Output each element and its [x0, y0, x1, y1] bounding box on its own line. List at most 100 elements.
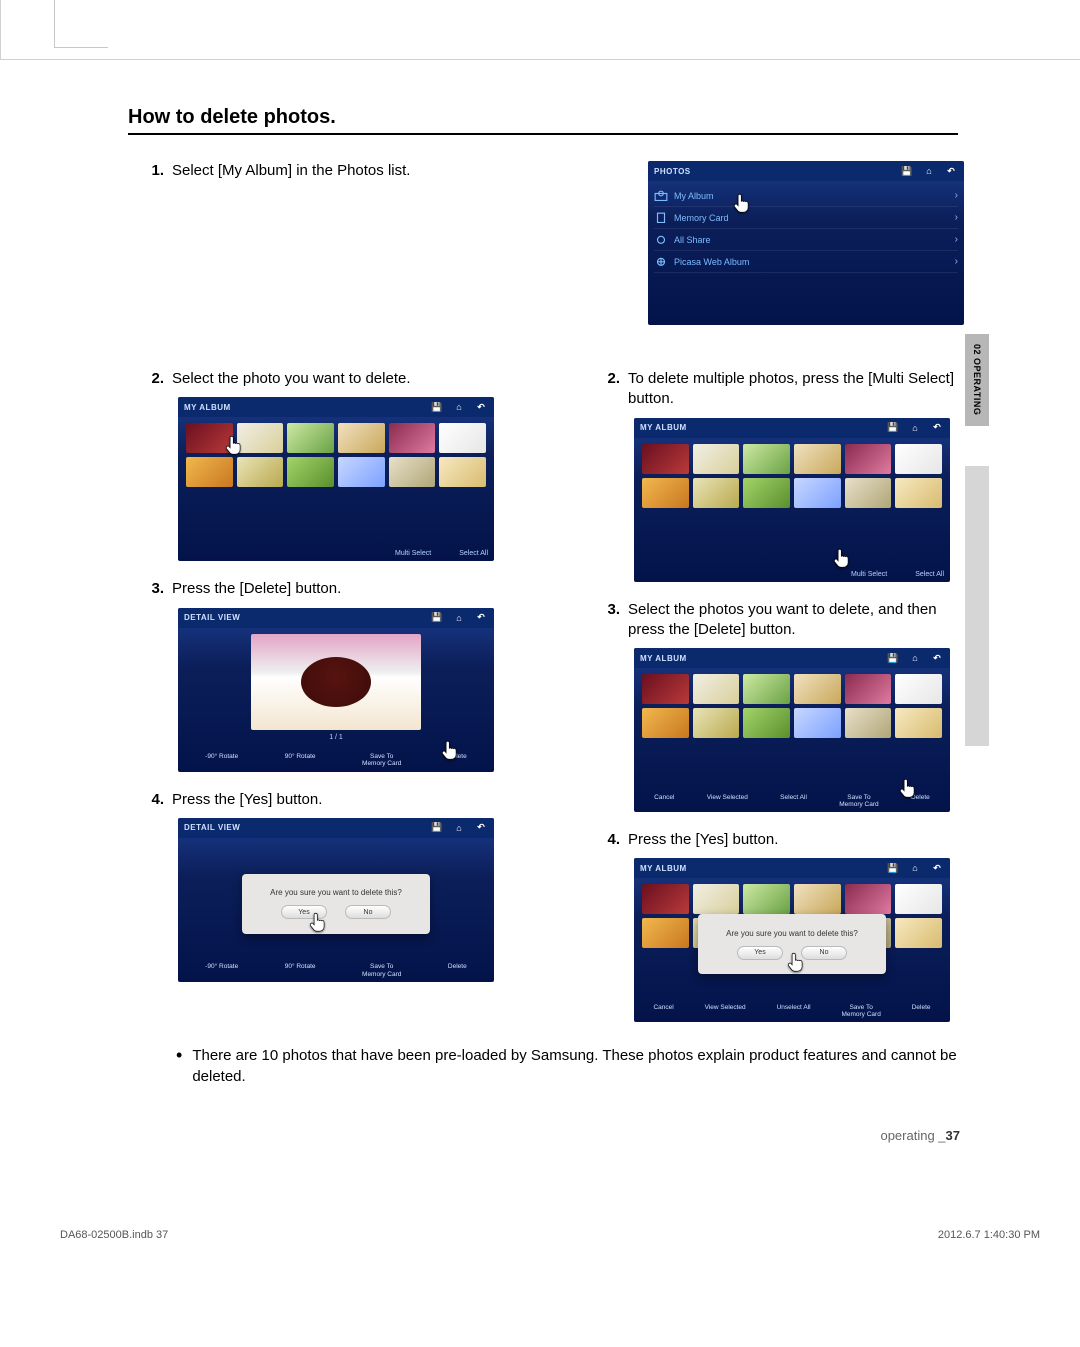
save-to-button[interactable]: Save ToMemory Card	[839, 794, 878, 808]
photo-thumb[interactable]	[693, 478, 740, 508]
photo-thumb[interactable]	[693, 884, 740, 914]
yes-button[interactable]: Yes	[737, 946, 783, 960]
no-button[interactable]: No	[801, 946, 847, 960]
photo-thumb[interactable]	[642, 478, 689, 508]
photo-thumb[interactable]	[186, 457, 233, 487]
save-to-button[interactable]: Save ToMemory Card	[362, 753, 401, 767]
save-icon[interactable]: 💾	[886, 652, 900, 664]
photo-thumb[interactable]	[287, 457, 334, 487]
no-button[interactable]: No	[345, 905, 391, 919]
photo-thumb[interactable]	[237, 423, 284, 453]
back-icon[interactable]: ↶	[944, 165, 958, 177]
photo-thumb[interactable]	[693, 708, 740, 738]
view-selected-button[interactable]: View Selected	[707, 794, 748, 808]
photo-thumb[interactable]	[237, 457, 284, 487]
photo-thumb[interactable]	[642, 884, 689, 914]
save-icon[interactable]: 💾	[430, 401, 444, 413]
photo-thumb[interactable]	[895, 884, 942, 914]
detail-photo[interactable]	[251, 634, 421, 730]
save-icon[interactable]: 💾	[886, 422, 900, 434]
photo-thumb[interactable]	[693, 444, 740, 474]
delete-button[interactable]: Delete	[448, 963, 467, 977]
photo-thumb[interactable]	[845, 884, 892, 914]
photo-thumb[interactable]	[642, 674, 689, 704]
photo-thumb[interactable]	[895, 444, 942, 474]
screenshot-header: DETAIL VIEW 💾 ⌂ ↶	[178, 818, 494, 838]
home-icon[interactable]: ⌂	[908, 862, 922, 874]
photo-thumb[interactable]	[642, 918, 689, 948]
photo-thumb[interactable]	[895, 708, 942, 738]
list-item-my-album[interactable]: My Album ›	[654, 185, 958, 207]
photo-thumb[interactable]	[895, 478, 942, 508]
rotate-left-button[interactable]: -90° Rotate	[205, 963, 238, 977]
list-item-picasa[interactable]: Picasa Web Album ›	[654, 251, 958, 273]
save-icon[interactable]: 💾	[430, 612, 444, 624]
save-to-button[interactable]: Save ToMemory Card	[362, 963, 401, 977]
unselect-all-button[interactable]: Unselect All	[777, 1004, 811, 1018]
back-icon[interactable]: ↶	[930, 652, 944, 664]
photo-thumb[interactable]	[389, 457, 436, 487]
rotate-right-button[interactable]: 90° Rotate	[285, 753, 316, 767]
delete-button[interactable]: Delete	[911, 794, 930, 808]
photo-thumb[interactable]	[743, 708, 790, 738]
multi-select-button[interactable]: Multi Select	[851, 571, 887, 578]
photo-thumb[interactable]	[642, 708, 689, 738]
photo-thumb[interactable]	[439, 457, 486, 487]
photo-thumb[interactable]	[743, 444, 790, 474]
select-all-button[interactable]: Select All	[459, 550, 488, 557]
photo-thumb[interactable]	[287, 423, 334, 453]
home-icon[interactable]: ⌂	[452, 612, 466, 624]
home-icon[interactable]: ⌂	[908, 652, 922, 664]
photo-thumb[interactable]	[794, 708, 841, 738]
cancel-button[interactable]: Cancel	[653, 1004, 673, 1018]
photo-thumb[interactable]	[642, 444, 689, 474]
photo-thumb[interactable]	[186, 423, 233, 453]
delete-button[interactable]: Delete	[912, 1004, 931, 1018]
home-icon[interactable]: ⌂	[908, 422, 922, 434]
back-icon[interactable]: ↶	[930, 862, 944, 874]
save-icon[interactable]: 💾	[900, 165, 914, 177]
photo-thumb[interactable]	[338, 423, 385, 453]
save-icon[interactable]: 💾	[430, 822, 444, 834]
back-icon[interactable]: ↶	[474, 612, 488, 624]
select-all-button[interactable]: Select All	[915, 571, 944, 578]
save-icon[interactable]: 💾	[886, 862, 900, 874]
photo-thumb[interactable]	[338, 457, 385, 487]
photo-thumb[interactable]	[895, 674, 942, 704]
back-icon[interactable]: ↶	[474, 401, 488, 413]
photo-thumb[interactable]	[389, 423, 436, 453]
photo-thumb[interactable]	[743, 478, 790, 508]
photo-thumb[interactable]	[845, 444, 892, 474]
photo-thumb[interactable]	[845, 478, 892, 508]
hand-cursor-icon	[830, 546, 856, 572]
home-icon[interactable]: ⌂	[922, 165, 936, 177]
select-all-button[interactable]: Select All	[780, 794, 807, 808]
yes-button[interactable]: Yes	[281, 905, 327, 919]
view-selected-button[interactable]: View Selected	[705, 1004, 746, 1018]
photo-thumb[interactable]	[693, 674, 740, 704]
photo-thumb[interactable]	[794, 444, 841, 474]
save-to-button[interactable]: Save ToMemory Card	[841, 1004, 880, 1018]
delete-button[interactable]: Delete	[448, 753, 467, 767]
page-content: How to delete photos. 1. Select [My Albu…	[128, 106, 958, 1095]
photo-thumb[interactable]	[743, 674, 790, 704]
photo-thumb[interactable]	[794, 674, 841, 704]
back-icon[interactable]: ↶	[930, 422, 944, 434]
photo-thumb[interactable]	[895, 918, 942, 948]
photo-thumb[interactable]	[794, 884, 841, 914]
back-icon[interactable]: ↶	[474, 822, 488, 834]
rotate-left-button[interactable]: -90° Rotate	[205, 753, 238, 767]
home-icon[interactable]: ⌂	[452, 822, 466, 834]
list-item-all-share[interactable]: All Share ›	[654, 229, 958, 251]
multi-select-button[interactable]: Multi Select	[395, 550, 431, 557]
cancel-button[interactable]: Cancel	[654, 794, 674, 808]
list-item-memory-card[interactable]: Memory Card ›	[654, 207, 958, 229]
photo-thumb[interactable]	[794, 478, 841, 508]
photo-thumb[interactable]	[743, 884, 790, 914]
allshare-icon	[654, 235, 668, 245]
photo-thumb[interactable]	[439, 423, 486, 453]
home-icon[interactable]: ⌂	[452, 401, 466, 413]
rotate-right-button[interactable]: 90° Rotate	[285, 963, 316, 977]
photo-thumb[interactable]	[845, 708, 892, 738]
photo-thumb[interactable]	[845, 674, 892, 704]
